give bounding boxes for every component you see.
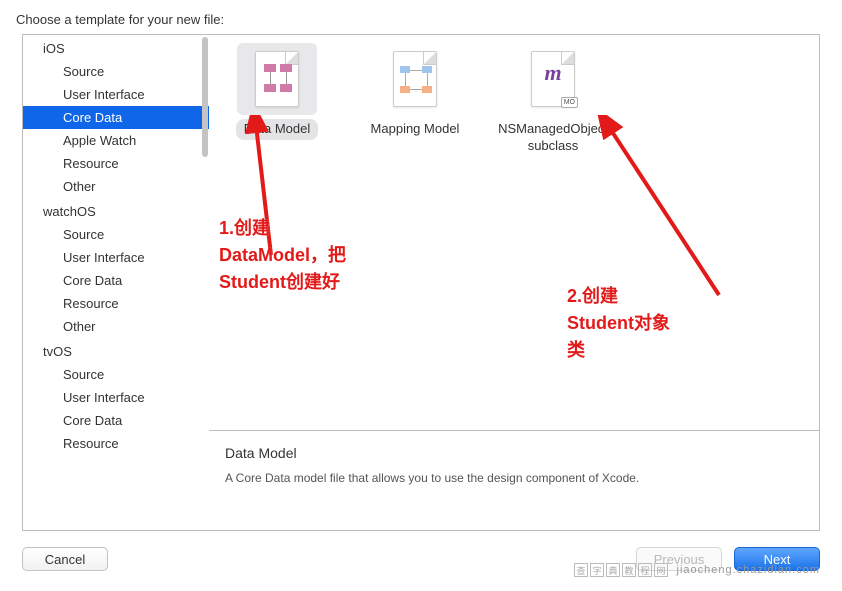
data-model-icon <box>237 43 317 115</box>
category-group-header: tvOS <box>23 338 209 363</box>
category-item[interactable]: Other <box>23 175 209 198</box>
sidebar-scrollbar[interactable] <box>202 37 208 157</box>
template-label: Data Model <box>236 119 318 140</box>
category-item[interactable]: Other <box>23 315 209 338</box>
next-button[interactable]: Next <box>734 547 820 571</box>
template-item[interactable]: Mapping Model <box>355 43 475 422</box>
cancel-button[interactable]: Cancel <box>22 547 108 571</box>
mapping-model-icon <box>375 43 455 115</box>
category-item[interactable]: Core Data <box>23 106 209 129</box>
category-item[interactable]: User Interface <box>23 83 209 106</box>
category-item[interactable]: Resource <box>23 432 209 455</box>
template-item[interactable]: mMO NSManagedObject subclass <box>493 43 613 422</box>
category-item[interactable]: Core Data <box>23 269 209 292</box>
category-item[interactable]: Resource <box>23 152 209 175</box>
category-list[interactable]: iOSSourceUser InterfaceCore DataApple Wa… <box>23 35 209 530</box>
nsmanagedobject-icon: mMO <box>513 43 593 115</box>
category-item[interactable]: Resource <box>23 292 209 315</box>
description-panel: Data Model A Core Data model file that a… <box>209 430 819 530</box>
template-label: NSManagedObject subclass <box>490 119 616 157</box>
category-sidebar: iOSSourceUser InterfaceCore DataApple Wa… <box>23 35 209 530</box>
category-group-header: iOS <box>23 35 209 60</box>
description-title: Data Model <box>225 445 803 461</box>
category-item[interactable]: User Interface <box>23 386 209 409</box>
category-group-header: watchOS <box>23 198 209 223</box>
category-item[interactable]: Source <box>23 60 209 83</box>
template-grid: Data Model Mapping Model mMO NSManagedObjec… <box>209 35 819 430</box>
category-item[interactable]: User Interface <box>23 246 209 269</box>
category-item[interactable]: Core Data <box>23 409 209 432</box>
description-text: A Core Data model file that allows you t… <box>225 471 803 485</box>
dialog-prompt: Choose a template for your new file: <box>0 0 842 35</box>
template-item[interactable]: Data Model <box>217 43 337 422</box>
category-item[interactable]: Source <box>23 223 209 246</box>
template-label: Mapping Model <box>363 119 468 140</box>
category-item[interactable]: Apple Watch <box>23 129 209 152</box>
button-bar: Cancel Previous Next <box>0 535 842 591</box>
category-item[interactable]: Source <box>23 363 209 386</box>
main-panel: iOSSourceUser InterfaceCore DataApple Wa… <box>22 34 820 531</box>
previous-button: Previous <box>636 547 722 571</box>
template-content: Data Model Mapping Model mMO NSManagedObjec… <box>209 35 819 530</box>
